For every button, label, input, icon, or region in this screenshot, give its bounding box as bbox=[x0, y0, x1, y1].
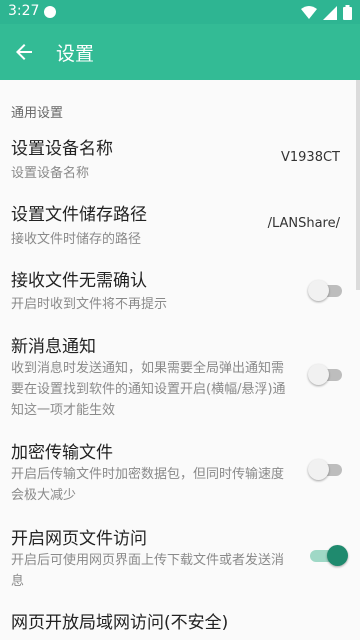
wifi-icon bbox=[301, 5, 317, 19]
scrollbar[interactable] bbox=[356, 80, 360, 290]
item-value: V1938CT bbox=[281, 150, 340, 165]
item-title: 网页开放局域网访问(不安全) bbox=[11, 613, 229, 633]
new-message-notification-setting[interactable]: 新消息通知 收到消息时发送通知，如果需要全局弹出通知需要在设置找到软件的通知设置… bbox=[0, 324, 360, 424]
cell-signal-icon bbox=[323, 5, 337, 20]
switch-thumb bbox=[308, 364, 329, 385]
encrypt-switch[interactable] bbox=[308, 459, 344, 480]
item-subtitle: 开启后传输文件时加密数据包，但同时传输速度会极大减少 bbox=[11, 467, 285, 503]
item-subtitle: 开启时收到文件将不再提示 bbox=[11, 297, 168, 312]
encrypt-transfer-setting[interactable]: 加密传输文件 开启后传输文件时加密数据包，但同时传输速度会极大减少 bbox=[0, 430, 360, 510]
page-title: 设置 bbox=[56, 43, 95, 65]
switch-thumb bbox=[308, 459, 329, 480]
item-title: 设置文件储存路径 bbox=[11, 205, 147, 225]
arrow-left-icon bbox=[16, 44, 32, 60]
device-name-setting[interactable]: 设置设备名称 设置设备名称 V1938CT bbox=[0, 126, 360, 188]
item-subtitle: 收到消息时发送通知，如果需要全局弹出通知需要在设置找到软件的通知设置开启(横幅/… bbox=[11, 361, 286, 418]
switch-thumb bbox=[327, 545, 348, 566]
item-title: 加密传输文件 bbox=[11, 443, 113, 463]
back-button[interactable] bbox=[8, 36, 40, 68]
settings-list[interactable]: 通用设置 设置设备名称 设置设备名称 V1938CT 设置文件储存路径 接收文件… bbox=[0, 80, 360, 640]
item-subtitle: 设置设备名称 bbox=[11, 166, 90, 181]
web-file-access-setting[interactable]: 开启网页文件访问 开启后可使用网页界面上传下载文件或者发送消息 bbox=[0, 516, 360, 596]
section-header: 通用设置 bbox=[11, 106, 64, 121]
battery-icon bbox=[343, 5, 352, 20]
auto-accept-setting[interactable]: 接收文件无需确认 开启时收到文件将不再提示 bbox=[0, 258, 360, 320]
item-value: /LANShare/ bbox=[267, 216, 340, 231]
storage-path-setting[interactable]: 设置文件储存路径 接收文件时储存的路径 /LANShare/ bbox=[0, 192, 360, 254]
lan-web-access-setting[interactable]: 网页开放局域网访问(不安全) bbox=[0, 602, 360, 640]
item-title: 接收文件无需确认 bbox=[11, 271, 147, 291]
item-title: 设置设备名称 bbox=[11, 139, 113, 159]
status-time: 3:27 bbox=[8, 3, 40, 19]
item-subtitle: 开启后可使用网页界面上传下载文件或者发送消息 bbox=[11, 553, 285, 589]
auto-accept-switch[interactable] bbox=[308, 280, 344, 301]
status-bar: 3:27 bbox=[0, 0, 360, 24]
web-access-switch[interactable] bbox=[310, 545, 348, 566]
item-title: 开启网页文件访问 bbox=[11, 529, 147, 549]
app-bar: 设置 bbox=[0, 24, 360, 80]
status-icons bbox=[301, 5, 352, 20]
item-subtitle: 接收文件时储存的路径 bbox=[11, 232, 142, 247]
notification-switch[interactable] bbox=[308, 364, 344, 385]
switch-thumb bbox=[308, 280, 329, 301]
notification-icon bbox=[44, 6, 56, 18]
item-title: 新消息通知 bbox=[11, 337, 96, 357]
